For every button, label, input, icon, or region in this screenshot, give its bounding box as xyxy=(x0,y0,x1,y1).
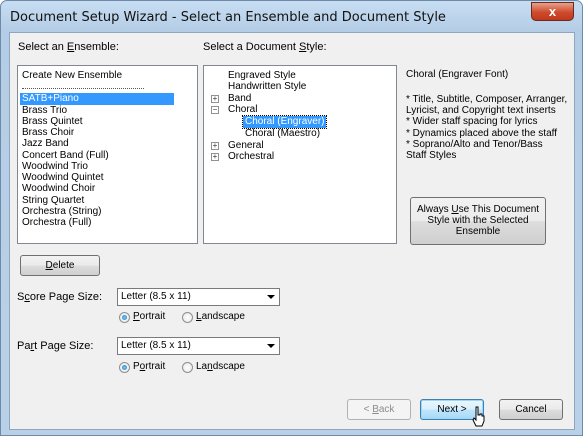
cancel-button[interactable]: Cancel xyxy=(499,399,563,420)
list-item[interactable]: Jazz Band xyxy=(20,138,71,150)
collapse-minus-icon[interactable]: − xyxy=(211,106,219,114)
tree-item-handwritten-style[interactable]: Handwritten Style xyxy=(226,81,308,93)
back-button[interactable]: < Back xyxy=(347,399,411,420)
style-description-line: * Wider staff spacing for lyrics xyxy=(406,116,538,127)
list-item[interactable]: Woodwind Choir xyxy=(20,183,97,195)
score-landscape-label[interactable]: Landscape xyxy=(196,311,245,322)
hand-cursor-icon xyxy=(472,406,485,427)
list-separator xyxy=(22,88,144,89)
expand-plus-icon[interactable]: + xyxy=(211,153,219,161)
document-style-tree[interactable]: Engraved Style Handwritten Style + Band … xyxy=(203,65,397,244)
part-portrait-label[interactable]: Portrait xyxy=(133,361,165,372)
part-portrait-radio[interactable] xyxy=(119,362,130,373)
score-portrait-radio[interactable] xyxy=(119,312,130,323)
style-description-line: Staff Styles xyxy=(406,150,457,161)
chevron-down-icon xyxy=(267,295,275,299)
expand-plus-icon[interactable]: + xyxy=(211,142,219,150)
score-landscape-radio[interactable] xyxy=(182,312,193,323)
part-page-size-select[interactable]: Letter (8.5 x 11) xyxy=(117,337,280,355)
score-page-size-label: Score Page Size: xyxy=(17,291,102,303)
tree-item-choral-maestro[interactable]: Choral (Maestro) xyxy=(243,128,322,140)
style-description-title: Choral (Engraver Font) xyxy=(406,69,509,80)
list-item-create-new-ensemble[interactable]: Create New Ensemble xyxy=(20,70,124,82)
close-icon: x xyxy=(548,4,557,19)
list-item[interactable]: Orchestra (Full) xyxy=(20,217,93,229)
score-portrait-label[interactable]: Portrait xyxy=(133,311,165,322)
always-use-style-button[interactable]: Always Use This Document Style with the … xyxy=(410,197,546,245)
tree-item-choral[interactable]: Choral xyxy=(226,104,259,116)
ensemble-listbox[interactable]: Create New Ensemble SATB+Piano Brass Tri… xyxy=(17,65,198,244)
expand-plus-icon[interactable]: + xyxy=(211,95,219,103)
part-page-size-value: Letter (8.5 x 11) xyxy=(121,340,191,351)
part-page-size-label: Part Page Size: xyxy=(17,340,94,352)
always-use-line2: Style with the Selected xyxy=(427,215,529,226)
title-bar[interactable]: Document Setup Wizard - Select an Ensemb… xyxy=(1,1,582,35)
part-landscape-label[interactable]: Landscape xyxy=(196,361,245,372)
tree-item-orchestral[interactable]: Orchestral xyxy=(226,151,276,163)
window-title: Document Setup Wizard - Select an Ensemb… xyxy=(10,10,446,25)
document-style-label: Select a Document Style: xyxy=(203,41,327,53)
always-use-line3: Ensemble xyxy=(455,226,501,237)
score-page-size-value: Letter (8.5 x 11) xyxy=(121,291,191,302)
dialog-window: Document Setup Wizard - Select an Ensemb… xyxy=(0,0,583,436)
tree-item-choral-engraver[interactable]: Choral (Engraver) xyxy=(241,115,328,129)
delete-button[interactable]: Delete xyxy=(20,255,100,276)
list-item-satb-piano[interactable]: SATB+Piano xyxy=(20,93,174,105)
dialog-client-area: Select an Ensemble: Create New Ensemble … xyxy=(9,32,575,430)
score-page-size-select[interactable]: Letter (8.5 x 11) xyxy=(117,288,280,306)
chevron-down-icon xyxy=(267,344,275,348)
part-landscape-radio[interactable] xyxy=(182,362,193,373)
ensemble-label: Select an Ensemble: xyxy=(18,41,119,53)
close-button[interactable]: x xyxy=(531,2,574,21)
always-use-line1: Always Use This Document xyxy=(416,204,540,215)
